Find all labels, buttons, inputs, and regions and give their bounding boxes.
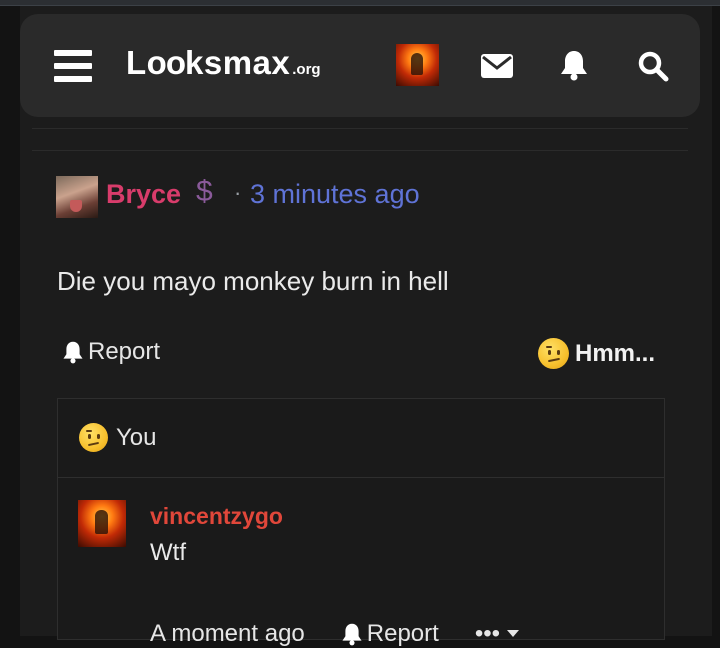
- reply-author-avatar[interactable]: [78, 500, 126, 547]
- site-logo[interactable]: Looksmax .org: [126, 44, 321, 84]
- reply-timestamp[interactable]: A moment ago: [150, 620, 305, 648]
- comment-timestamp[interactable]: 3 minutes ago: [250, 179, 420, 210]
- search-icon[interactable]: [637, 50, 669, 87]
- logo-text: Looksmax: [126, 44, 291, 81]
- divider: [32, 128, 688, 129]
- logo-tld: .org: [292, 61, 321, 78]
- envelope-icon[interactable]: [481, 54, 513, 83]
- reaction-label: Hmm...: [575, 339, 656, 367]
- more-options-button[interactable]: •••: [475, 620, 520, 648]
- meta-separator: ·: [234, 180, 242, 205]
- thinking-face-icon: [79, 423, 108, 452]
- reply-divider: [57, 477, 664, 478]
- reply-report-label: Report: [366, 620, 439, 647]
- report-button[interactable]: Report: [62, 338, 160, 366]
- bell-icon: [63, 341, 83, 364]
- bell-icon: [342, 623, 362, 646]
- chevron-down-icon: [507, 630, 520, 637]
- commenter-avatar[interactable]: [56, 176, 98, 218]
- reply-actions: A moment ago Report •••: [150, 620, 556, 648]
- bell-icon[interactable]: [559, 49, 589, 86]
- reactor-name: You: [116, 423, 157, 451]
- reply-text: Wtf: [150, 539, 186, 566]
- reacted-by-list[interactable]: You: [79, 423, 157, 452]
- thinking-face-icon: [538, 338, 569, 369]
- divider: [32, 150, 688, 151]
- comment-author[interactable]: Bryce: [106, 179, 181, 210]
- menu-icon[interactable]: [54, 50, 92, 82]
- reply-report-button[interactable]: Report: [341, 620, 439, 648]
- user-avatar[interactable]: [396, 44, 439, 86]
- comment-text: Die you mayo monkey burn in hell: [57, 266, 449, 296]
- reply-author[interactable]: vincentzygo: [150, 503, 283, 530]
- more-label: •••: [474, 620, 501, 647]
- reaction-button[interactable]: Hmm...: [538, 338, 655, 369]
- report-label: Report: [88, 338, 161, 365]
- top-navbar: Looksmax .org: [20, 14, 700, 117]
- dollar-icon: $: [196, 175, 213, 208]
